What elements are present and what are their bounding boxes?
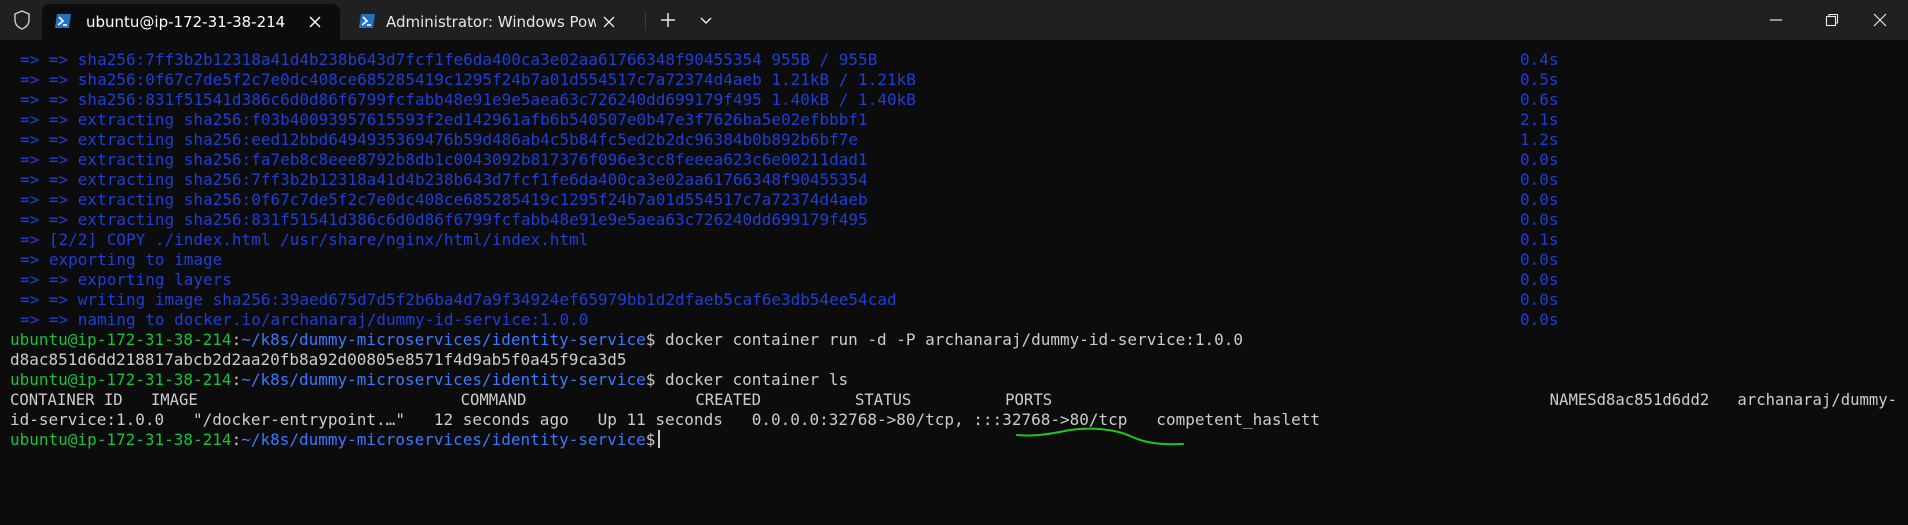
command-text: docker container ls xyxy=(655,370,849,389)
prompt-symbol: $ xyxy=(645,370,656,389)
chevron-down-icon[interactable] xyxy=(694,8,718,32)
build-step-duration: 0.0s xyxy=(1520,210,1559,229)
close-icon[interactable] xyxy=(600,13,618,31)
build-step-duration: 0.6s xyxy=(1520,90,1559,109)
window-close-button[interactable] xyxy=(1850,0,1908,40)
prompt-symbol: $ xyxy=(645,330,656,349)
build-step-duration: 0.0s xyxy=(1520,190,1559,209)
tab-title: ubuntu@ip-172-31-38-214: ~/ xyxy=(86,13,286,31)
build-step-duration: 0.0s xyxy=(1520,310,1559,329)
build-output-line: => => sha256:7ff3b2b12318a41d4b238b643d7… xyxy=(20,50,878,69)
build-output-line: => exporting to image xyxy=(20,250,223,269)
build-output-line: => => extracting sha256:0f67c7de5f2c7e0d… xyxy=(20,190,868,209)
tab-powershell[interactable]: Administrator: Windows Power xyxy=(346,4,636,40)
prompt-colon: : xyxy=(231,370,242,389)
prompt-user-host: ubuntu@ip-172-31-38-214 xyxy=(10,430,232,449)
close-icon[interactable] xyxy=(306,13,324,31)
prompt-path: ~/k8s/dummy-microservices/identity-servi… xyxy=(241,430,646,449)
build-output-line: => => extracting sha256:eed12bbd64949353… xyxy=(20,130,859,149)
build-step-duration: 2.1s xyxy=(1520,110,1559,129)
prompt-line-current: ubuntu@ip-172-31-38-214:~/k8s/dummy-micr… xyxy=(10,430,661,450)
build-step-duration: 0.4s xyxy=(1520,50,1559,69)
prompt-user-host: ubuntu@ip-172-31-38-214 xyxy=(10,330,232,349)
prompt-colon: : xyxy=(231,330,242,349)
build-output-line: => => writing image sha256:39aed675d7d5f… xyxy=(20,290,897,309)
build-step-duration: 1.2s xyxy=(1520,130,1559,149)
prompt-path: ~/k8s/dummy-microservices/identity-servi… xyxy=(241,370,646,389)
build-output-line: => => extracting sha256:fa7eb8c8eee8792b… xyxy=(20,150,868,169)
prompt-user-host: ubuntu@ip-172-31-38-214 xyxy=(10,370,232,389)
tab-divider xyxy=(645,12,646,30)
container-table-header: CONTAINER ID IMAGE COMMAND CREATED STATU… xyxy=(10,391,1898,409)
build-step-duration: 0.0s xyxy=(1520,270,1559,289)
build-output-line: => => extracting sha256:f03b400939576155… xyxy=(20,110,868,129)
powershell-icon xyxy=(55,14,71,28)
minimize-button[interactable] xyxy=(1746,0,1806,40)
build-step-duration: 0.0s xyxy=(1520,250,1559,269)
build-step-duration: 0.1s xyxy=(1520,230,1559,249)
shield-icon[interactable] xyxy=(12,10,32,30)
build-step-duration: 0.5s xyxy=(1520,70,1559,89)
build-output-line: => => extracting sha256:831f51541d386c6d… xyxy=(20,210,868,229)
build-output-line: => => exporting layers xyxy=(20,270,232,289)
title-bar: ubuntu@ip-172-31-38-214: ~/ Administrato… xyxy=(0,0,1908,40)
window-close-icon xyxy=(1873,13,1887,27)
build-step-duration: 0.0s xyxy=(1520,170,1559,189)
prompt-line-ls: ubuntu@ip-172-31-38-214:~/k8s/dummy-micr… xyxy=(10,370,848,390)
powershell-icon xyxy=(359,14,375,28)
build-output-line: => => sha256:831f51541d386c6d0d86f6799fc… xyxy=(20,90,916,109)
container-id-output: d8ac851d6dd218817abcb2d2aa20fb8a92d00805… xyxy=(10,350,627,369)
build-step-duration: 0.0s xyxy=(1520,150,1559,169)
plus-icon[interactable] xyxy=(656,8,680,32)
tab-ubuntu[interactable]: ubuntu@ip-172-31-38-214: ~/ xyxy=(42,4,340,40)
maximize-icon xyxy=(1825,13,1839,27)
prompt-symbol: $ xyxy=(645,430,656,449)
build-step-duration: 0.0s xyxy=(1520,290,1559,309)
terminal-output[interactable]: => => sha256:7ff3b2b12318a41d4b238b643d7… xyxy=(0,40,1908,525)
build-output-line: => => naming to docker.io/archanaraj/dum… xyxy=(20,310,589,329)
tab-title: Administrator: Windows Power xyxy=(386,13,596,31)
prompt-colon: : xyxy=(231,430,242,449)
build-output-line: => [2/2] COPY ./index.html /usr/share/ng… xyxy=(20,230,589,249)
prompt-line-run: ubuntu@ip-172-31-38-214:~/k8s/dummy-micr… xyxy=(10,330,1243,350)
text-cursor xyxy=(658,430,661,448)
prompt-path: ~/k8s/dummy-microservices/identity-servi… xyxy=(241,330,646,349)
handwritten-underline-annotation xyxy=(1016,427,1184,446)
command-text: docker container run -d -P archanaraj/du… xyxy=(655,330,1244,349)
minimize-icon xyxy=(1770,19,1782,21)
build-output-line: => => sha256:0f67c7de5f2c7e0dc408ce68528… xyxy=(20,70,916,89)
build-output-line: => => extracting sha256:7ff3b2b12318a41d… xyxy=(20,170,868,189)
